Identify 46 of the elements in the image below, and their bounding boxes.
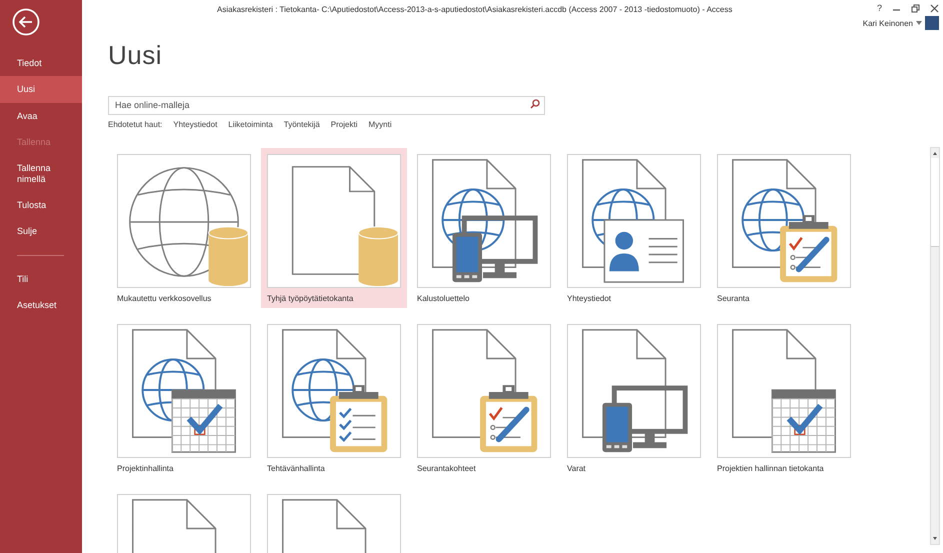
sidebar-item[interactable]: Avaa bbox=[0, 102, 82, 130]
sidebar-item[interactable]: Tili bbox=[0, 266, 82, 292]
restore-icon[interactable] bbox=[911, 4, 920, 12]
user-name[interactable]: Kari Keinonen bbox=[862, 18, 913, 28]
suggested-search-link[interactable]: Yhteystiedot bbox=[173, 120, 218, 129]
suggested-search-link[interactable]: Myynti bbox=[368, 120, 392, 129]
close-icon[interactable] bbox=[930, 4, 939, 12]
template-item[interactable]: Projektinhallinta bbox=[111, 318, 257, 478]
search-icon[interactable] bbox=[530, 99, 540, 109]
suggested-search-link[interactable]: Työntekijä bbox=[284, 120, 320, 129]
template-label: Projektinhallinta bbox=[117, 464, 174, 473]
avatar bbox=[925, 16, 939, 30]
template-label: Tehtävänhallinta bbox=[267, 464, 325, 473]
template-item[interactable]: Tehtävänhallinta bbox=[261, 318, 407, 478]
help-button[interactable]: ? bbox=[876, 3, 882, 13]
template-label: Tyhjä työpöytätietokanta bbox=[267, 294, 354, 303]
template-label: Seuranta bbox=[717, 294, 750, 303]
template-label: Projektien hallinnan tietokanta bbox=[717, 464, 824, 473]
template-item[interactable]: Seuranta bbox=[711, 148, 857, 308]
template-label: Yhteystiedot bbox=[567, 294, 612, 303]
window-title: Asiakasrekisteri : Tietokanta- C:\Aputiedostot\Access-2013-a-s-aputiedostot\Asiakasrekisteri.accdb (Access 2007 - 2013 -tiedostomuoto) - Access bbox=[217, 5, 732, 14]
template-item[interactable]: Mukautettu verkkosovellus bbox=[111, 148, 257, 308]
template-label: Mukautettu verkkosovellus bbox=[117, 294, 212, 303]
suggested-searches-label: Ehdotetut haut: bbox=[108, 120, 162, 129]
template-item[interactable]: Projektien hallinnan tietokanta bbox=[711, 318, 857, 478]
sidebar-item[interactable]: Tiedot bbox=[0, 50, 82, 76]
caret-icon[interactable] bbox=[916, 21, 922, 25]
template-item[interactable]: Tyhjä työpöytätietokanta bbox=[261, 148, 407, 308]
template-label: Seurantakohteet bbox=[417, 464, 476, 473]
sidebar-item[interactable]: Tallenna nimellä bbox=[0, 155, 82, 192]
template-label: Kalustoluettelo bbox=[417, 294, 470, 303]
suggested-search-link[interactable]: Projekti bbox=[330, 120, 358, 129]
scroll-thumb[interactable] bbox=[931, 158, 939, 247]
suggested-search-link[interactable]: Liiketoiminta bbox=[228, 120, 273, 129]
template-item[interactable]: Seurantakohteet bbox=[411, 318, 557, 478]
sidebar-item[interactable]: Uusi bbox=[0, 76, 82, 103]
sidebar-item[interactable]: Asetukset bbox=[0, 292, 82, 318]
sidebar-item[interactable]: Tulosta bbox=[0, 192, 82, 218]
template-item[interactable]: Varat bbox=[561, 318, 707, 478]
scrollbar[interactable] bbox=[930, 147, 940, 545]
template-item[interactable]: Yhteystiedot bbox=[561, 148, 707, 308]
template-item[interactable]: Kalustoluettelo bbox=[411, 148, 557, 308]
page-heading: Uusi bbox=[108, 40, 164, 71]
template-label: Varat bbox=[567, 464, 586, 473]
sidebar-item[interactable]: Sulje bbox=[0, 218, 82, 245]
search-field[interactable]: Hae online-malleja bbox=[108, 96, 545, 114]
